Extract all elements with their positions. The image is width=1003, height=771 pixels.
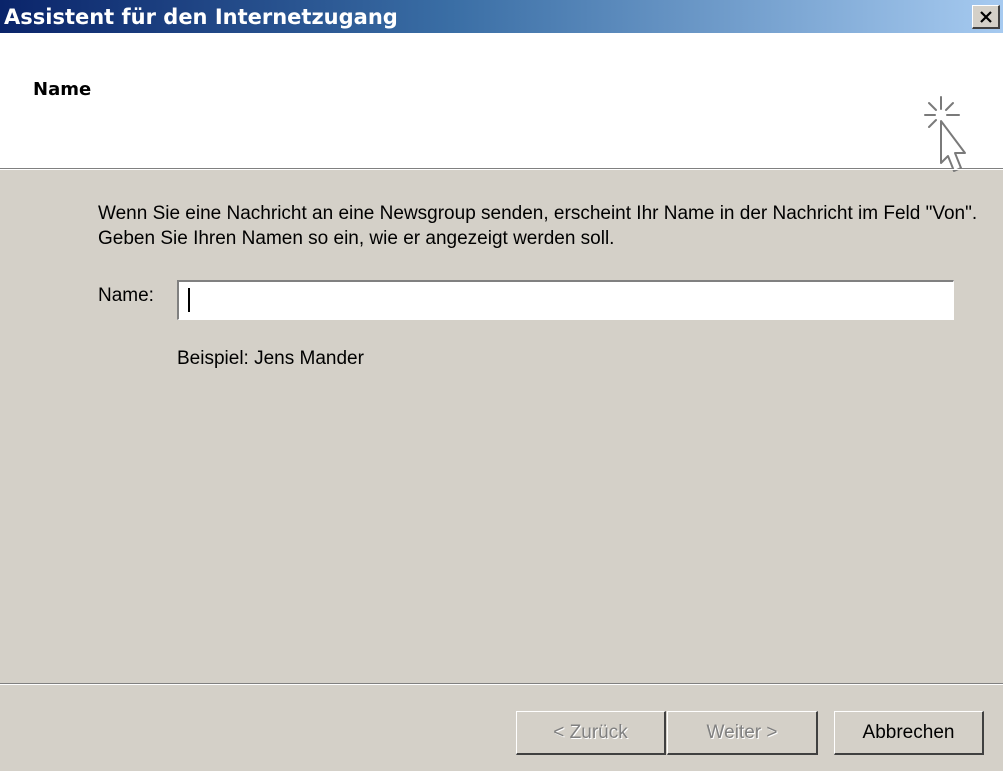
close-button[interactable] [972, 5, 1000, 29]
window-title: Assistent für den Internetzugang [4, 4, 398, 29]
wizard-cursor-icon [924, 96, 966, 172]
back-button[interactable]: < Zurück [516, 711, 666, 755]
title-bar[interactable]: Assistent für den Internetzugang [0, 0, 1003, 33]
text-caret [188, 288, 190, 312]
wizard-header: Name [0, 33, 1003, 172]
example-text: Beispiel: Jens Mander [177, 348, 364, 369]
name-label: Name: [98, 285, 154, 306]
close-icon [979, 10, 992, 23]
description-text: Wenn Sie eine Nachricht an eine Newsgrou… [98, 203, 978, 249]
next-button[interactable]: Weiter > [667, 711, 818, 755]
wizard-window: Assistent für den Internetzugang Name We… [0, 0, 1003, 771]
name-input[interactable] [176, 279, 955, 321]
cancel-button[interactable]: Abbrechen [834, 711, 984, 755]
page-title: Name [33, 79, 92, 100]
button-separator [0, 683, 1003, 685]
